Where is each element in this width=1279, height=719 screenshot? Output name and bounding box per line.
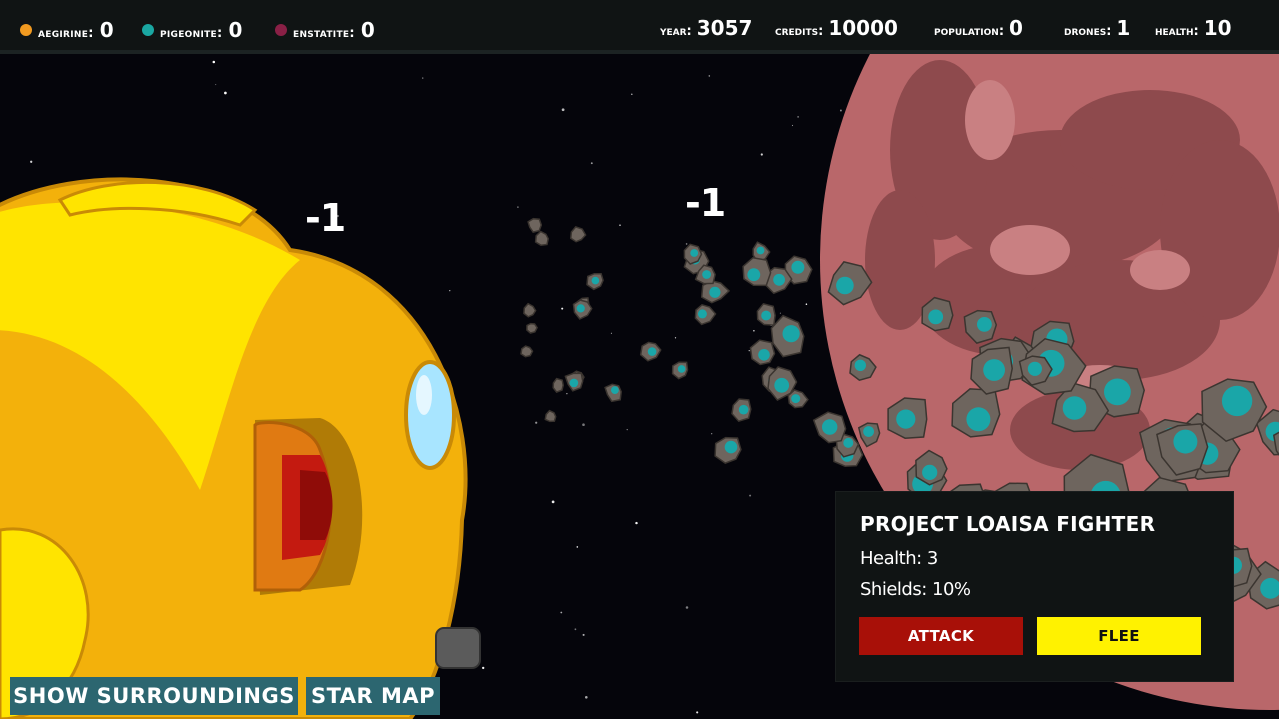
stat-value: 1 — [1116, 16, 1131, 40]
stat-label: drones: — [1064, 24, 1112, 39]
damage-number: -1 — [685, 181, 726, 225]
star — [449, 290, 451, 292]
star — [711, 433, 713, 435]
star — [685, 606, 689, 609]
star — [422, 77, 424, 79]
star — [212, 60, 216, 64]
asteroid — [756, 302, 776, 326]
star — [576, 546, 579, 548]
resource-label: aegirine: — [38, 26, 94, 41]
stat-drones: drones: 1 — [1064, 16, 1130, 40]
stat-credits: credits: 10000 — [775, 16, 898, 40]
encounter-panel: PROJECT LOAISA FIGHTER Health: 3 Shields… — [836, 492, 1233, 681]
star — [535, 421, 538, 424]
resource-value: 0 — [99, 18, 114, 42]
stat-value: 3057 — [696, 16, 753, 40]
star — [585, 696, 588, 699]
enstatite-dot-icon — [275, 24, 287, 36]
damage-number: -1 — [305, 196, 346, 240]
star — [797, 116, 799, 118]
star — [30, 160, 33, 163]
resource-value: 0 — [360, 18, 376, 42]
enemy-health: Health: 3 — [860, 548, 938, 569]
star — [749, 494, 752, 497]
star — [635, 521, 638, 525]
resource-pigeonite: pigeonite: 0 — [142, 18, 243, 42]
star — [626, 429, 628, 431]
star — [566, 393, 568, 395]
stat-value: 10000 — [828, 16, 898, 40]
enemy-name: PROJECT LOAISA FIGHTER — [860, 512, 1156, 536]
star — [708, 75, 711, 77]
aegirine-dot-icon — [20, 24, 32, 36]
resource-enstatite: enstatite: 0 — [275, 18, 375, 42]
resource-value: 0 — [228, 18, 243, 42]
star — [610, 332, 612, 334]
star — [517, 206, 519, 208]
stat-label: year: — [660, 24, 692, 39]
star — [215, 84, 217, 86]
star — [631, 93, 633, 96]
star — [561, 108, 565, 112]
star — [839, 109, 842, 112]
asteroid — [552, 377, 564, 393]
resource-bar: aegirine: 0 pigeonite: 0 enstatite: 0 ye… — [0, 0, 1279, 54]
star-map-button[interactable]: STAR MAP — [306, 677, 440, 715]
star — [551, 500, 555, 504]
star — [779, 312, 781, 314]
stat-population: population: 0 — [934, 16, 1023, 40]
resource-aegirine: aegirine: 0 — [20, 18, 114, 42]
star — [619, 224, 621, 227]
star — [685, 243, 688, 245]
asteroid — [526, 322, 538, 334]
stat-label: health: — [1155, 24, 1199, 39]
star — [561, 307, 564, 310]
star — [805, 303, 808, 305]
asteroid — [520, 345, 534, 358]
resource-label: enstatite: — [293, 26, 355, 41]
attack-button[interactable]: ATTACK — [859, 617, 1023, 655]
star — [574, 628, 577, 631]
star — [560, 611, 563, 614]
star — [753, 329, 755, 332]
star — [791, 124, 794, 127]
stat-health: health: 10 — [1155, 16, 1232, 40]
star — [482, 666, 485, 670]
star — [760, 153, 763, 156]
show-surroundings-button[interactable]: SHOW SURROUNDINGS — [10, 677, 298, 715]
asteroid — [749, 339, 776, 366]
star — [674, 337, 677, 339]
star — [582, 633, 585, 636]
star — [582, 423, 585, 427]
star — [224, 91, 227, 95]
star — [748, 350, 750, 352]
pigeonite-dot-icon — [142, 24, 154, 36]
stat-year: year: 3057 — [660, 16, 752, 40]
resource-label: pigeonite: — [160, 26, 223, 41]
enemy-shields: Shields: 10% — [860, 579, 971, 600]
stat-label: credits: — [775, 24, 824, 39]
stat-value: 10 — [1203, 16, 1232, 40]
star — [696, 711, 699, 714]
asteroid — [671, 361, 689, 380]
asteroid — [742, 257, 772, 287]
stat-label: population: — [934, 24, 1005, 39]
star — [590, 162, 593, 165]
flee-button[interactable]: FLEE — [1037, 617, 1201, 655]
stat-value: 0 — [1009, 16, 1023, 40]
